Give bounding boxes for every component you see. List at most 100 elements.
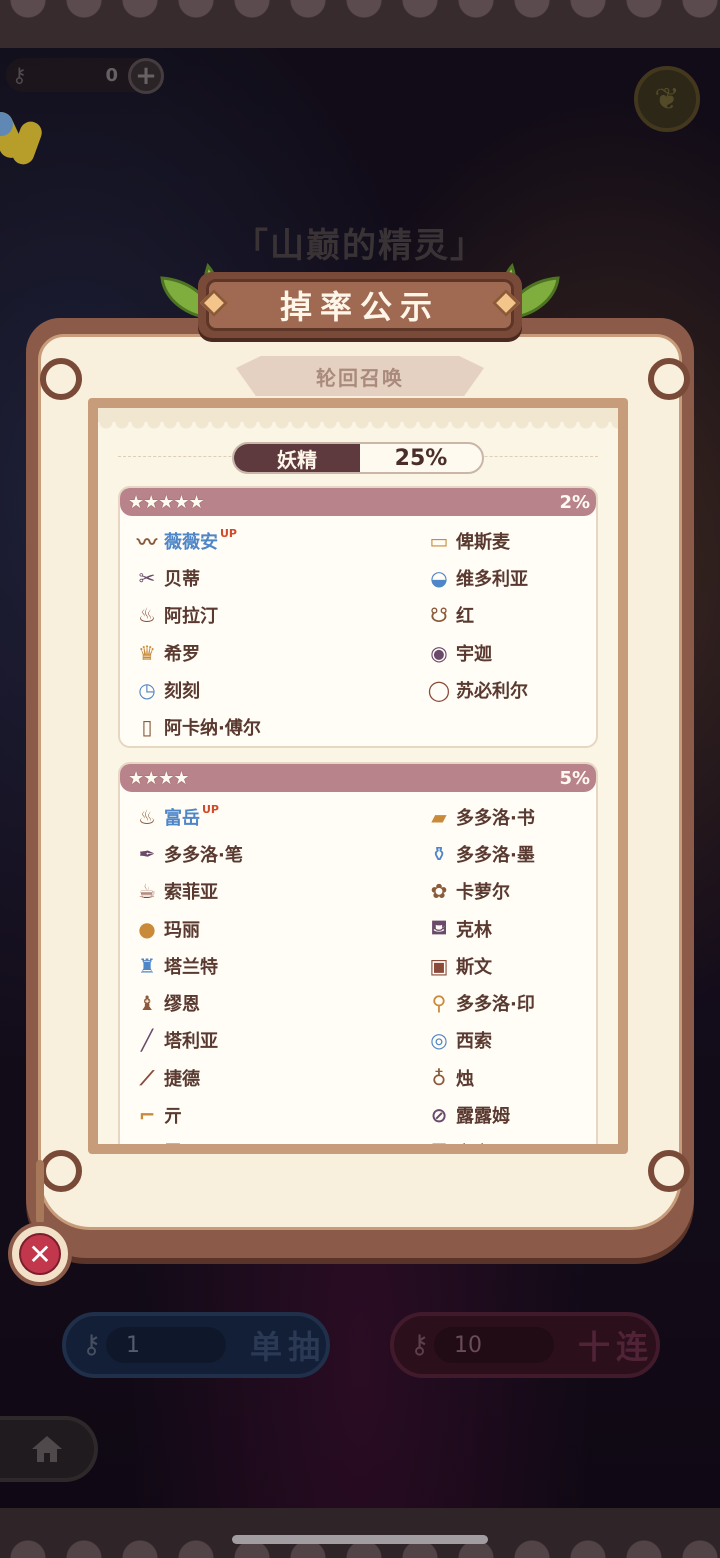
fairy-item[interactable]: ⌐ 亓: [130, 1096, 422, 1133]
scalloped-edge: [98, 422, 618, 432]
fairy-item[interactable]: ♛ 希罗: [130, 634, 422, 671]
fairy-item[interactable]: ◒ 维多利亚: [422, 559, 610, 596]
tier-4-star: ★★★★ 5% ♨ 富岳 UP ▰ 多多洛·书 ✒ 多多洛·笔 ⚱ 多多洛·墨 ☕ 索菲亚 ✿ 卡萝尔 ●…: [118, 762, 598, 1144]
fairy-item[interactable]: ♨ 富岳 UP: [130, 798, 422, 835]
category-rate: 25%: [394, 445, 448, 471]
title-plaque: 掉率公示: [198, 272, 522, 338]
fairy-item[interactable]: ✒ 多多洛·笔: [130, 835, 422, 872]
category-rate-bar: 妖精 25%: [232, 442, 484, 474]
fairy-item-name: 希罗: [164, 643, 200, 665]
lamp-icon: ♨: [138, 603, 156, 628]
fairy-item-name: 俾斯麦: [456, 531, 510, 553]
fairy-item-name: 多多洛·书: [456, 807, 535, 829]
cow-pattern-icon: ◉: [430, 640, 448, 665]
fairy-item[interactable]: ✂ 贝蒂: [130, 559, 422, 596]
pocket-watch-icon: ◷: [138, 677, 156, 702]
star-rating-icon: ★★★★★: [128, 491, 205, 513]
corner-curl: [648, 1150, 690, 1192]
fairy-item-name: 索菲亚: [164, 882, 218, 904]
fairy-item[interactable]: ▭ 俾斯麦: [422, 522, 610, 559]
category-name: 妖精: [234, 444, 360, 472]
corner-curl: [648, 358, 690, 400]
eraser-icon: ▭: [429, 528, 449, 553]
fairy-item-name: 露西: [164, 1139, 200, 1144]
fairy-item-name: 多多洛·墨: [456, 844, 535, 866]
bag-icon: ◘: [422, 1137, 456, 1144]
fairy-item-name: 烛: [456, 1068, 474, 1090]
test-tube-icon: ⊘: [430, 1103, 448, 1128]
fairy-item[interactable]: ⚱ 多多洛·墨: [422, 835, 610, 872]
ring-icon: ◯: [427, 677, 451, 702]
watering-can-icon: ⛾: [430, 915, 448, 940]
fairy-item[interactable]: ☋ 红: [422, 597, 610, 634]
fairy-item[interactable]: ◎ 西索: [422, 1022, 610, 1059]
fairy-item[interactable]: ◉ 宇迦: [422, 634, 610, 671]
fairy-item[interactable]: 〰薇薇安 UP: [130, 522, 422, 559]
up-badge: UP: [220, 527, 237, 541]
fairy-item[interactable]: ♨ 阿拉汀: [130, 597, 422, 634]
basket-icon: ☋: [430, 603, 448, 628]
fairy-item-name: 斯文: [456, 956, 492, 978]
lily-icon: ✿: [430, 879, 448, 904]
fairy-item[interactable]: ⟋ 捷德: [130, 1059, 422, 1096]
fairy-item-name: 塔利亚: [164, 1031, 218, 1053]
fairy-item-name: 维多利亚: [456, 568, 528, 590]
quill-icon: ✒: [138, 841, 156, 866]
tier-rate: 2%: [559, 491, 590, 513]
scissors-icon: ✂: [138, 565, 156, 590]
fairy-item[interactable]: ▣ 斯文: [422, 947, 610, 984]
fairy-item[interactable]: ♝ 缪恩: [130, 984, 422, 1021]
flame-pot-icon: ♨: [138, 804, 156, 829]
corner-curl: [40, 1150, 82, 1192]
fairy-item[interactable]: ❀露西: [130, 1134, 422, 1144]
top-hat-icon: ♜: [138, 953, 156, 978]
fairy-item[interactable]: ⊘ 露露姆: [422, 1096, 610, 1133]
fairy-item-name: 捷德: [164, 1068, 200, 1090]
fairy-item[interactable]: ⚲ 多多洛·印: [422, 984, 610, 1021]
high-heel-icon: ⌐: [138, 1103, 156, 1128]
fairy-item[interactable]: ♁ 烛: [422, 1059, 610, 1096]
corner-curl: [40, 358, 82, 400]
plate-icon: ◒: [430, 565, 448, 590]
fairy-item[interactable]: ☕ 索菲亚: [130, 873, 422, 910]
fairy-item-name: 苏必利尔: [456, 680, 528, 702]
fairy-item[interactable]: ◷ 刻刻: [130, 671, 422, 708]
fairy-item-name: 露露姆: [456, 1106, 510, 1128]
fairy-item-name: 斑斑: [456, 1139, 492, 1144]
chess-piece-icon: ♝: [138, 991, 156, 1016]
fairy-item-name: 多多洛·笔: [164, 844, 243, 866]
fairy-item-name: 富岳: [164, 807, 200, 829]
gourd-icon: ●: [138, 916, 156, 941]
fairy-item[interactable]: ● 玛丽: [130, 910, 422, 947]
fairy-item-name: 西索: [456, 1031, 492, 1053]
fairy-item[interactable]: ♜ 塔兰特: [130, 947, 422, 984]
tier-header: ★★★★★ 2%: [120, 488, 596, 516]
panel-title: 掉率公示: [206, 279, 514, 331]
crown-icon: ♛: [138, 640, 156, 665]
fairy-item-name: 卡萝尔: [456, 882, 510, 904]
tier-rate: 5%: [559, 767, 590, 789]
tier-item-grid: 〰薇薇安 UP ▭ 俾斯麦 ✂ 贝蒂 ◒ 维多利亚 ♨ 阿拉汀 ☋ 红 ♛ 希罗 ◉ 宇迦 ◷ 刻刻 ◯ 苏必利尔 ▯ 阿…: [120, 516, 596, 746]
fairy-item[interactable]: ⛾ 克林: [422, 910, 610, 947]
close-button[interactable]: ✕: [8, 1222, 72, 1286]
tier-5-star: ★★★★★ 2% 〰薇薇安 UP ▭ 俾斯麦 ✂ 贝蒂 ◒ 维多利亚 ♨ 阿拉汀 ☋ 红 ♛ 希罗 ◉ 宇迦 ◷…: [118, 486, 598, 748]
tape-icon: ◎: [430, 1028, 448, 1053]
fairy-item[interactable]: ▰ 多多洛·书: [422, 798, 610, 835]
fairy-item[interactable]: ◯ 苏必利尔: [422, 671, 610, 708]
summon-type-ribbon: 轮回召唤: [236, 356, 484, 396]
baton-icon: ╱: [140, 1028, 154, 1053]
bouquet-icon: ❀: [130, 1137, 164, 1144]
rate-list[interactable]: 妖精 25% ★★★★★ 2% 〰薇薇安 UP ▭ 俾斯麦 ✂ 贝蒂 ◒ 维多利亚 ♨ 阿拉汀 ☋ 红…: [98, 408, 618, 1144]
fairy-item[interactable]: ╱ 塔利亚: [130, 1022, 422, 1059]
fairy-item[interactable]: ✿ 卡萝尔: [422, 873, 610, 910]
tier-item-grid: ♨ 富岳 UP ▰ 多多洛·书 ✒ 多多洛·笔 ⚱ 多多洛·墨 ☕ 索菲亚 ✿ 卡萝尔 ● 玛丽 ⛾ 克林 ♜ 塔兰…: [120, 792, 596, 1144]
star-rating-icon: ★★★★: [128, 767, 190, 789]
fairy-item-name: 宇迦: [456, 643, 492, 665]
teacup-icon: ☕: [138, 879, 156, 904]
fairy-item[interactable]: ◘斑斑: [422, 1134, 610, 1144]
inkwell-icon: ⚱: [430, 841, 448, 866]
fairy-item-name: 贝蒂: [164, 568, 200, 590]
fairy-item[interactable]: ▯ 阿卡纳·傅尔: [130, 708, 422, 745]
box-icon: ▣: [429, 953, 449, 978]
candle-icon: ♁: [431, 1065, 447, 1090]
